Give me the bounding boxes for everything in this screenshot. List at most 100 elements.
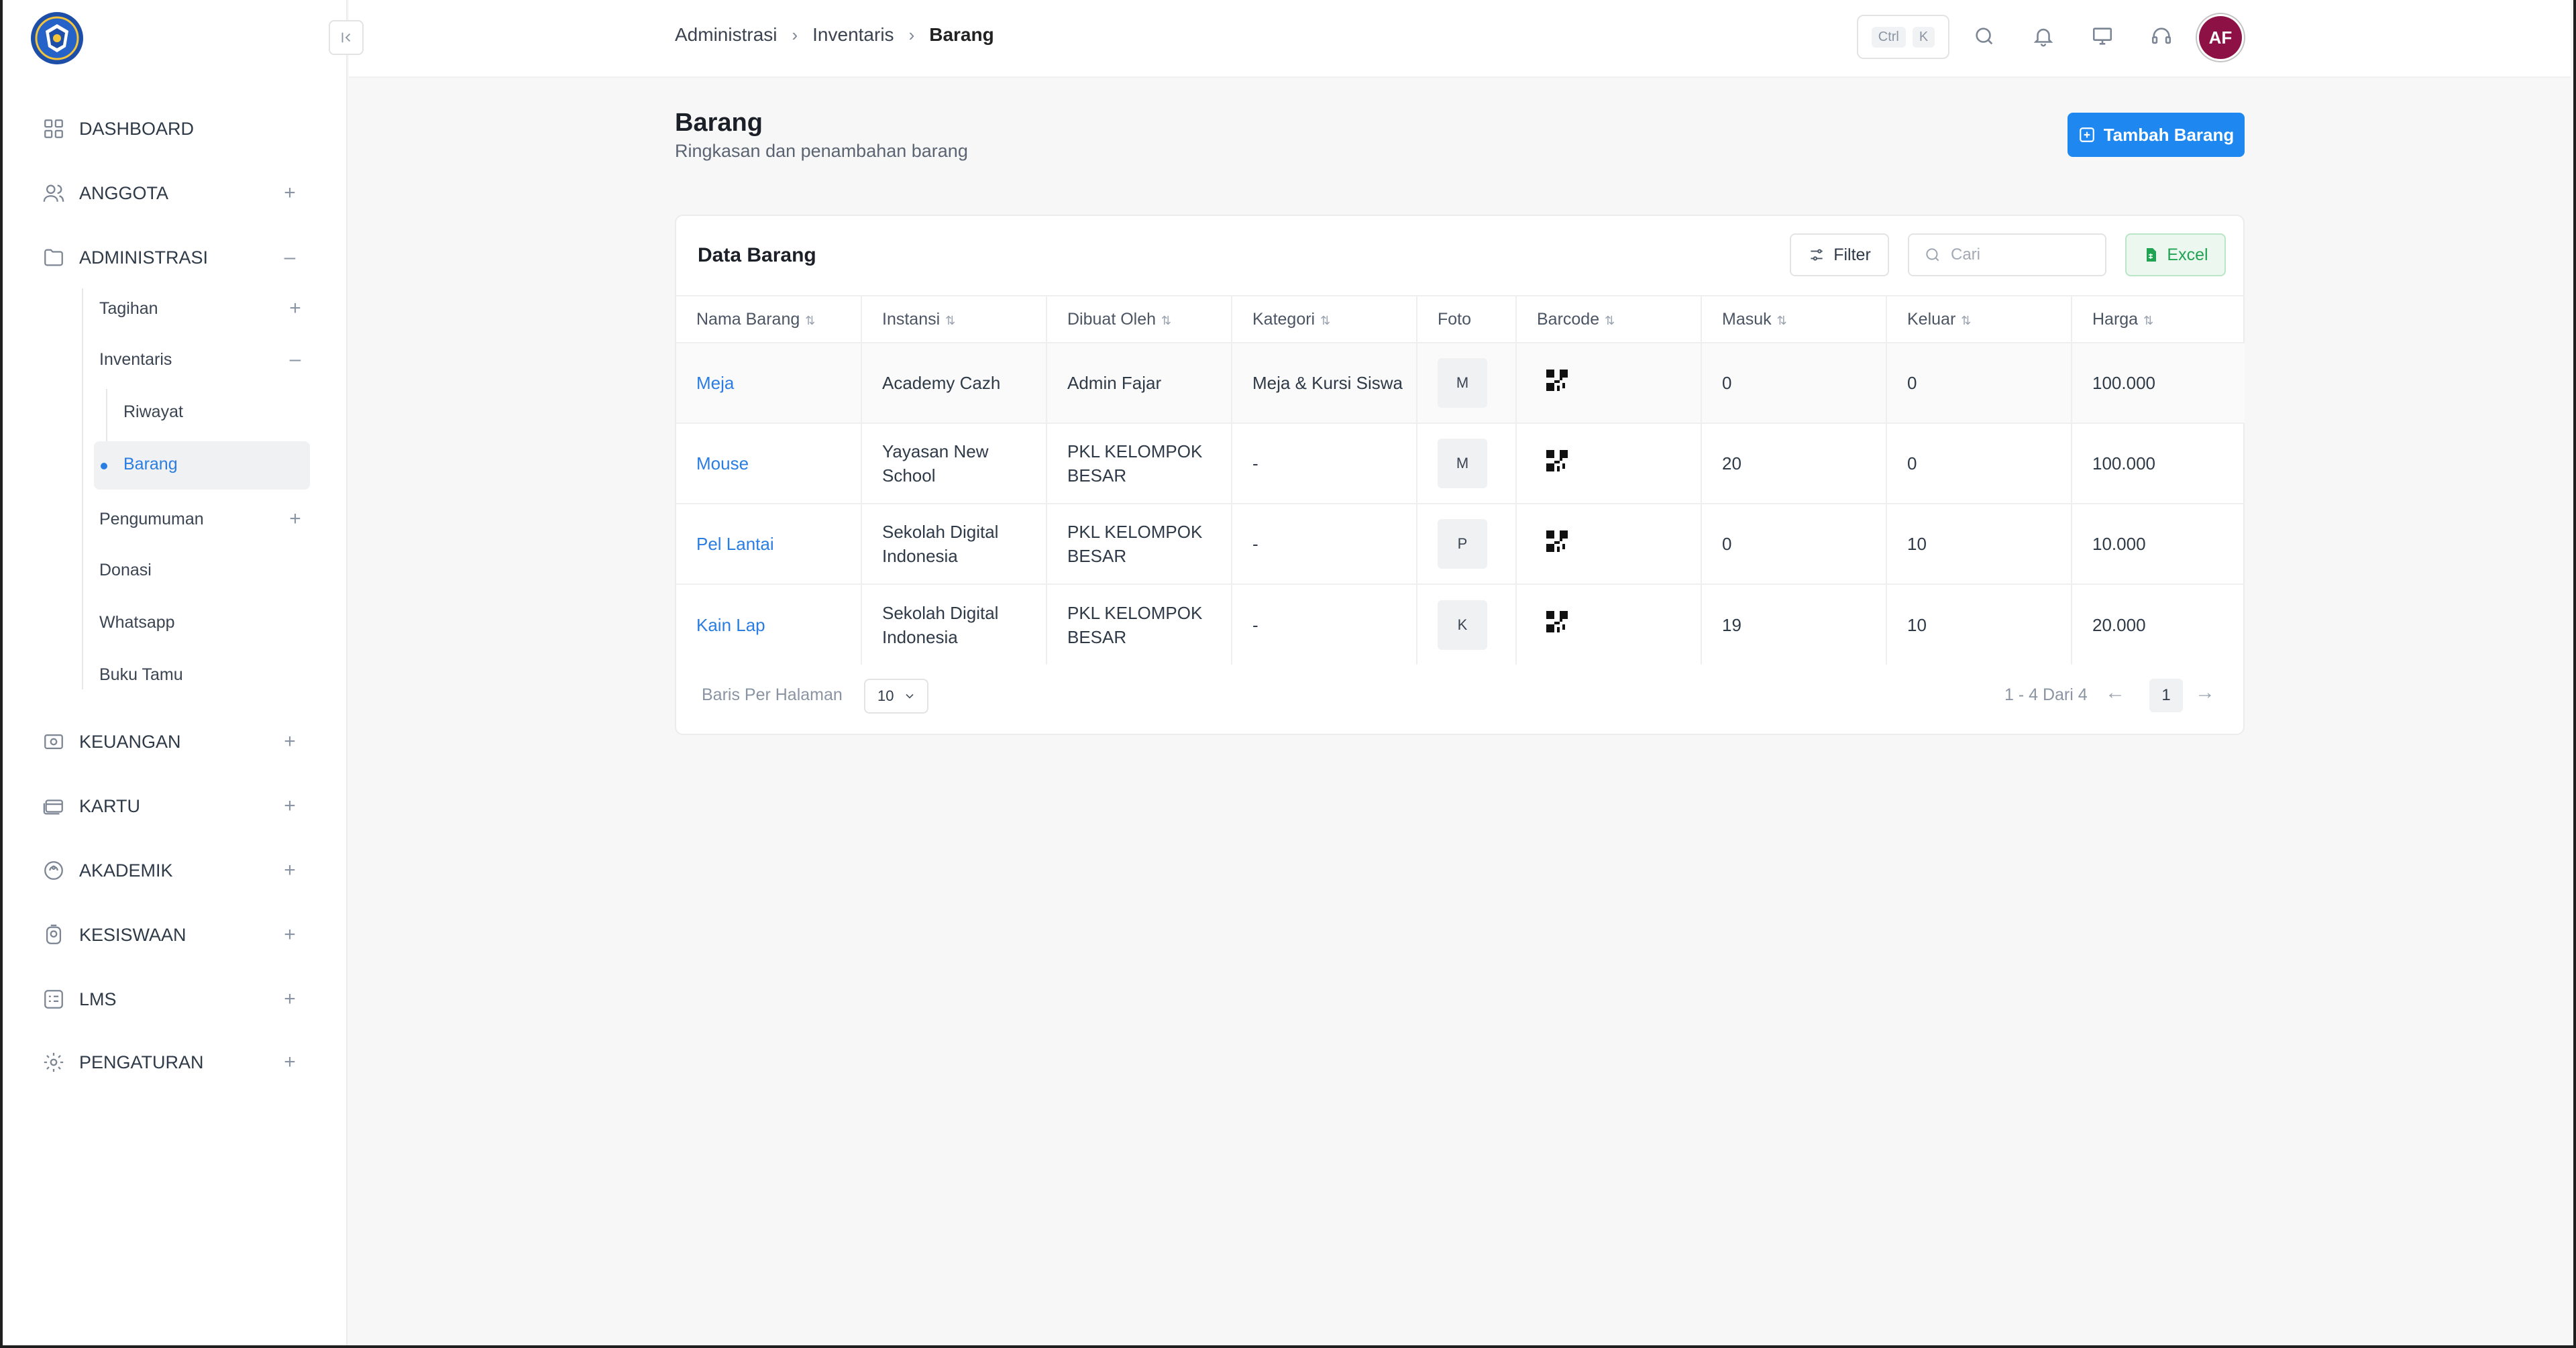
sort-icon[interactable]: ⇅ [2143, 314, 2153, 327]
excel-export-button[interactable]: Excel [2125, 233, 2226, 276]
col-dibuat-oleh[interactable]: Dibuat Oleh ⇅ [1046, 295, 1232, 343]
collapse-icon[interactable]: – [278, 245, 302, 270]
cell-foto: M [1417, 423, 1517, 504]
next-page-icon[interactable]: → [2195, 681, 2215, 704]
prev-page-icon[interactable]: ← [2105, 681, 2125, 704]
search-icon[interactable] [1968, 20, 2000, 52]
qr-code-icon[interactable] [1546, 611, 1568, 632]
rows-per-page-select[interactable]: 10 [864, 679, 928, 714]
command-palette-button[interactable]: Ctrl K [1857, 15, 1949, 59]
sort-icon[interactable]: ⇅ [1777, 314, 1787, 327]
cell-instansi: Sekolah Digital Indonesia [861, 583, 1047, 665]
support-icon[interactable] [2145, 20, 2178, 52]
sidebar-item-donasi[interactable]: Donasi [99, 550, 307, 590]
photo-thumbnail[interactable]: P [1438, 519, 1487, 569]
qr-code-icon[interactable] [1546, 369, 1568, 391]
cell-nama[interactable]: Meja [676, 342, 862, 423]
filter-button[interactable]: Filter [1790, 233, 1889, 276]
cell-nama[interactable]: Mouse [676, 423, 862, 504]
sort-icon[interactable]: ⇅ [1961, 314, 1971, 327]
sidebar-item-anggota[interactable]: ANGGOTA + [40, 173, 302, 213]
sidebar-item-label: PENGATURAN [79, 1052, 204, 1072]
sidebar-item-lms[interactable]: LMS + [40, 979, 302, 1019]
cell-instansi: Yayasan New School [861, 423, 1047, 504]
qr-code-icon[interactable] [1546, 449, 1568, 471]
add-item-button[interactable]: Tambah Barang [2068, 113, 2245, 157]
breadcrumb-item[interactable]: Inventaris [812, 24, 894, 46]
col-keluar[interactable]: Keluar ⇅ [1886, 295, 2072, 343]
rows-per-page-label: Baris Per Halaman [702, 685, 843, 704]
table-row[interactable]: Pel Lantai Sekolah Digital Indonesia PKL… [676, 503, 2245, 584]
table-row[interactable]: Meja Academy Cazh Admin Fajar Meja & Kur… [676, 342, 2245, 423]
expand-icon[interactable]: + [278, 794, 302, 818]
sidebar-item-akademik[interactable]: AKADEMIK + [40, 850, 302, 891]
sidebar-item-barang[interactable]: Barang [94, 441, 310, 490]
expand-icon[interactable]: + [278, 923, 302, 947]
expand-icon[interactable]: + [283, 296, 307, 321]
header-label: Kategori [1252, 309, 1316, 329]
expand-icon[interactable]: + [278, 987, 302, 1011]
cell-nama[interactable]: Kain Lap [676, 583, 862, 665]
collapse-icon[interactable]: – [283, 347, 307, 372]
users-icon [40, 180, 67, 207]
sidebar-item-riwayat[interactable]: Riwayat [123, 392, 298, 432]
page-number-button[interactable]: 1 [2149, 679, 2183, 712]
monitor-icon[interactable] [2086, 20, 2118, 52]
sidebar-item-pengaturan[interactable]: PENGATURAN + [40, 1042, 302, 1082]
sidebar-item-label: ADMINISTRASI [79, 247, 209, 268]
expand-icon[interactable]: + [278, 730, 302, 754]
table-row[interactable]: Mouse Yayasan New School PKL KELOMPOK BE… [676, 423, 2245, 504]
sort-icon[interactable]: ⇅ [1320, 314, 1330, 327]
expand-icon[interactable]: + [278, 181, 302, 205]
cell-keluar: 10 [1886, 583, 2072, 665]
breadcrumb-item[interactable]: Administrasi [675, 24, 777, 46]
qr-code-icon[interactable] [1546, 530, 1568, 552]
header-label: Dibuat Oleh [1067, 309, 1157, 329]
sort-icon[interactable]: ⇅ [805, 314, 815, 327]
cell-masuk: 0 [1701, 503, 1887, 584]
sidebar-item-tagihan[interactable]: Tagihan + [99, 288, 307, 329]
sort-icon[interactable]: ⇅ [1161, 314, 1171, 327]
col-instansi[interactable]: Instansi ⇅ [861, 295, 1047, 343]
expand-icon[interactable]: + [278, 1050, 302, 1074]
col-harga[interactable]: Harga ⇅ [2072, 295, 2245, 343]
cell-dibuat: PKL KELOMPOK BESAR [1046, 583, 1232, 665]
col-kategori[interactable]: Kategori ⇅ [1232, 295, 1417, 343]
cell-harga: 100.000 [2072, 342, 2245, 423]
cell-keluar: 0 [1886, 423, 2072, 504]
sidebar-item-label: KEUANGAN [79, 731, 181, 752]
search-input[interactable]: Cari [1908, 233, 2106, 276]
sidebar-item-whatsapp[interactable]: Whatsapp [99, 602, 307, 642]
col-barcode[interactable]: Barcode ⇅ [1516, 295, 1702, 343]
sort-icon[interactable]: ⇅ [1605, 314, 1615, 327]
cell-masuk: 0 [1701, 342, 1887, 423]
cell-nama[interactable]: Pel Lantai [676, 503, 862, 584]
sidebar-item-pengumuman[interactable]: Pengumuman + [99, 499, 307, 539]
col-masuk[interactable]: Masuk ⇅ [1701, 295, 1887, 343]
cell-barcode [1516, 423, 1702, 504]
col-nama-barang[interactable]: Nama Barang ⇅ [676, 295, 862, 343]
table-row[interactable]: Kain Lap Sekolah Digital Indonesia PKL K… [676, 583, 2245, 665]
sort-icon[interactable]: ⇅ [945, 314, 955, 327]
sidebar-item-administrasi[interactable]: ADMINISTRASI – [40, 237, 302, 278]
expand-icon[interactable]: + [278, 858, 302, 883]
sidebar-item-dashboard[interactable]: DASHBOARD [40, 109, 302, 149]
sidebar-item-keuangan[interactable]: KEUANGAN + [40, 722, 302, 762]
sidebar-item-inventaris[interactable]: Inventaris – [99, 339, 307, 380]
collapse-sidebar-button[interactable] [329, 20, 364, 55]
breadcrumb: Administrasi › Inventaris › Barang [675, 24, 994, 46]
photo-thumbnail[interactable]: K [1438, 600, 1487, 650]
avatar[interactable]: AF [2199, 16, 2242, 59]
sidebar-item-kartu[interactable]: KARTU + [40, 786, 302, 826]
photo-thumbnail[interactable]: M [1438, 439, 1487, 488]
bell-icon[interactable] [2027, 20, 2059, 52]
header-label: Keluar [1907, 309, 1956, 329]
sidebar-item-buku-tamu[interactable]: Buku Tamu [99, 655, 307, 695]
header-label: Harga [2092, 309, 2139, 329]
expand-icon[interactable]: + [283, 507, 307, 531]
photo-thumbnail[interactable]: M [1438, 358, 1487, 408]
header-label: Masuk [1722, 309, 1772, 329]
sidebar: DASHBOARD ANGGOTA + ADMINISTRASI – Tagih… [0, 0, 347, 1348]
sidebar-item-kesiswaan[interactable]: KESISWAAN + [40, 915, 302, 955]
school-logo[interactable] [31, 12, 83, 64]
